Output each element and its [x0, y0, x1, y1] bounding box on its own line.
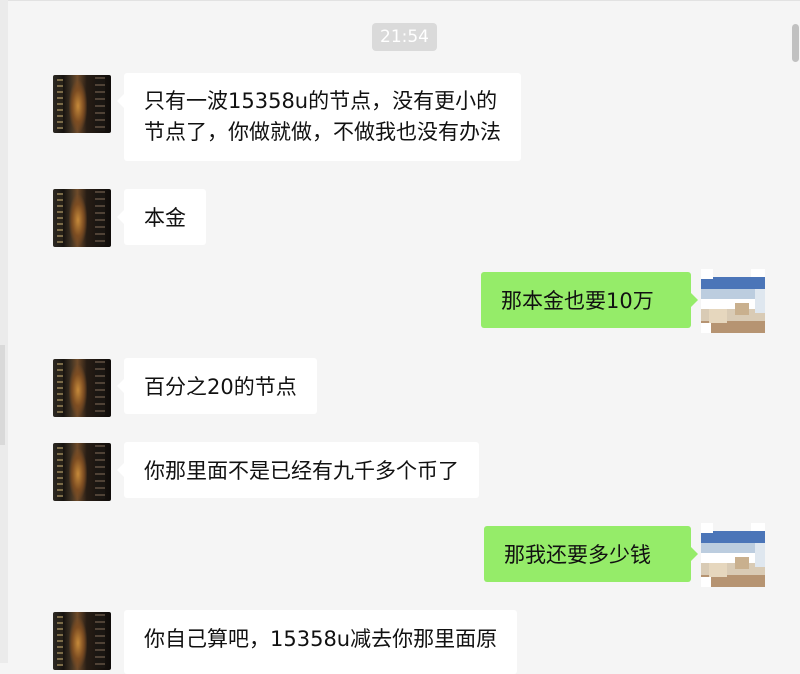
message-text-line: 只有一波15358u的节点，没有更小的: [144, 89, 498, 113]
message-text-line: 本金: [144, 206, 186, 230]
message-text-line: 那我还要多少钱: [504, 543, 651, 567]
message-text-line: 百分之20的节点: [144, 375, 297, 399]
message-bubble[interactable]: 本金: [117, 189, 206, 245]
message-text-line: 你自己算吧，15358u减去你那里面原: [144, 627, 498, 651]
contact-avatar[interactable]: [53, 612, 111, 670]
chat-scrollbar[interactable]: [790, 0, 800, 663]
message-bubble[interactable]: 你那里面不是已经有九千多个币了: [117, 442, 479, 498]
contact-avatar[interactable]: [53, 189, 111, 247]
message-bubble[interactable]: 只有一波15358u的节点，没有更小的 节点了，你做就做，不做我也没有办法: [117, 73, 521, 161]
my-avatar[interactable]: [701, 523, 765, 587]
message-text-line: 那本金也要10万: [501, 289, 654, 313]
contact-avatar[interactable]: [53, 443, 111, 501]
message-bubble[interactable]: 那本金也要10万: [481, 272, 698, 328]
scrollbar-thumb[interactable]: [792, 24, 799, 62]
my-avatar[interactable]: [701, 269, 765, 333]
message-text-line: 你那里面不是已经有九千多个币了: [144, 459, 459, 483]
message-timestamp: 21:54: [372, 23, 437, 51]
left-panel-edge: [0, 0, 8, 663]
message-bubble[interactable]: 那我还要多少钱: [484, 526, 698, 582]
message-bubble[interactable]: 你自己算吧，15358u减去你那里面原: [124, 610, 518, 674]
top-divider: [0, 0, 800, 1]
contact-avatar[interactable]: [53, 75, 111, 133]
message-text-line: 节点了，你做就做，不做我也没有办法: [144, 120, 501, 144]
message-bubble[interactable]: 百分之20的节点: [117, 358, 317, 414]
contact-avatar[interactable]: [53, 359, 111, 417]
